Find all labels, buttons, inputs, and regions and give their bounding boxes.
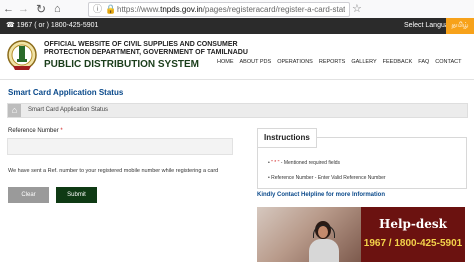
agent-body — [309, 239, 339, 262]
url-prefix: https://www. — [117, 5, 161, 14]
clear-button[interactable]: Clear — [8, 187, 49, 203]
nav-gallery[interactable]: GALLERY — [351, 57, 376, 67]
home-icon[interactable]: ⌂ — [54, 1, 61, 17]
tamilnadu-emblem-icon — [7, 40, 37, 70]
reference-number-label: Reference Number * — [8, 128, 63, 134]
helpdesk-panel — [361, 207, 465, 262]
instruction-item-required-text: - Mentioned required fields — [279, 160, 341, 166]
nav-feedback[interactable]: FEEDBACK — [383, 57, 413, 67]
browser-toolbar: ← → ↻ ⌂ ⓘ 🔒 https://www.tnpds.gov.in/pag… — [0, 0, 474, 19]
instruction-item-reference-text: Reference Number - Enter Valid Reference… — [271, 175, 386, 181]
reference-info-text: We have sent a Ref. number to your regis… — [8, 168, 219, 174]
nav-contact[interactable]: CONTACT — [435, 57, 461, 67]
phone-icon: ☎ — [6, 22, 15, 29]
reload-icon[interactable]: ↻ — [36, 1, 46, 17]
nav-faq[interactable]: FAQ — [418, 57, 429, 67]
info-icon[interactable]: ⓘ — [93, 3, 102, 16]
breadcrumb-home-icon[interactable]: ⌂ — [8, 104, 21, 117]
page-title: Smart Card Application Status — [8, 88, 124, 97]
instruction-item-required: • " * " - Mentioned required fields — [268, 160, 340, 166]
org-title-line2: PROTECTION DEPARTMENT, GOVERNMENT OF TAM… — [44, 49, 248, 56]
helpline-info-link[interactable]: Kindly Contact Helpline for more Informa… — [257, 192, 385, 198]
tamil-language-button[interactable]: தமிழ் — [446, 18, 474, 34]
back-arrow-icon[interactable]: ← — [3, 1, 14, 17]
helpdesk-number: 1967 / 1800-425-5901 — [363, 238, 463, 249]
url-path: /pages/registeracard/register-a-card-sta… — [202, 5, 345, 14]
site-name: PUBLIC DISTRIBUTION SYSTEM — [44, 59, 200, 70]
helpline-phone: ☎ 1967 ( or ) 1800-425-5901 — [6, 18, 98, 34]
nav-reports[interactable]: REPORTS — [319, 57, 346, 67]
site-header: OFFICIAL WEBSITE OF CIVIL SUPPLIES AND C… — [0, 34, 474, 80]
reference-number-input[interactable] — [7, 138, 233, 155]
helpdesk-agent-photo — [257, 207, 361, 262]
forward-arrow-icon[interactable]: → — [18, 1, 29, 17]
nav-home[interactable]: HOME — [217, 57, 234, 67]
lock-icon: 🔒 — [105, 4, 117, 14]
instructions-heading: Instructions — [257, 128, 317, 148]
reference-number-label-text: Reference Number — [8, 128, 59, 134]
submit-button[interactable]: Submit — [56, 187, 97, 203]
nav-about-pds[interactable]: ABOUT PDS — [240, 57, 272, 67]
helpdesk-title: Help-desk — [379, 217, 447, 231]
bookmark-star-icon[interactable]: ☆ — [352, 1, 362, 17]
org-title-line1: OFFICIAL WEBSITE OF CIVIL SUPPLIES AND C… — [44, 41, 238, 48]
helpdesk-banner[interactable]: Help-desk 1967 / 1800-425-5901 — [257, 207, 465, 262]
nav-operations[interactable]: OPERATIONS — [277, 57, 313, 67]
breadcrumb: ⌂ Smart Card Application Status — [7, 103, 468, 118]
required-asterisk: * — [60, 128, 63, 134]
url-text[interactable]: https://www.tnpds.gov.in/pages/registera… — [117, 3, 345, 16]
url-domain: tnpds.gov.in — [160, 5, 203, 14]
header-divider — [0, 79, 474, 80]
breadcrumb-current: Smart Card Application Status — [28, 107, 109, 113]
top-info-strip: ☎ 1967 ( or ) 1800-425-5901 Select Langu… — [0, 18, 474, 34]
headset-icon — [313, 225, 335, 238]
instruction-item-reference: • Reference Number - Enter Valid Referen… — [268, 175, 386, 181]
address-bar[interactable]: ⓘ 🔒 https://www.tnpds.gov.in/pages/regis… — [88, 2, 350, 17]
helpline-phone-text: 1967 ( or ) 1800-425-5901 — [16, 22, 99, 29]
main-navigation: HOME ABOUT PDS OPERATIONS REPORTS GALLER… — [217, 57, 467, 67]
